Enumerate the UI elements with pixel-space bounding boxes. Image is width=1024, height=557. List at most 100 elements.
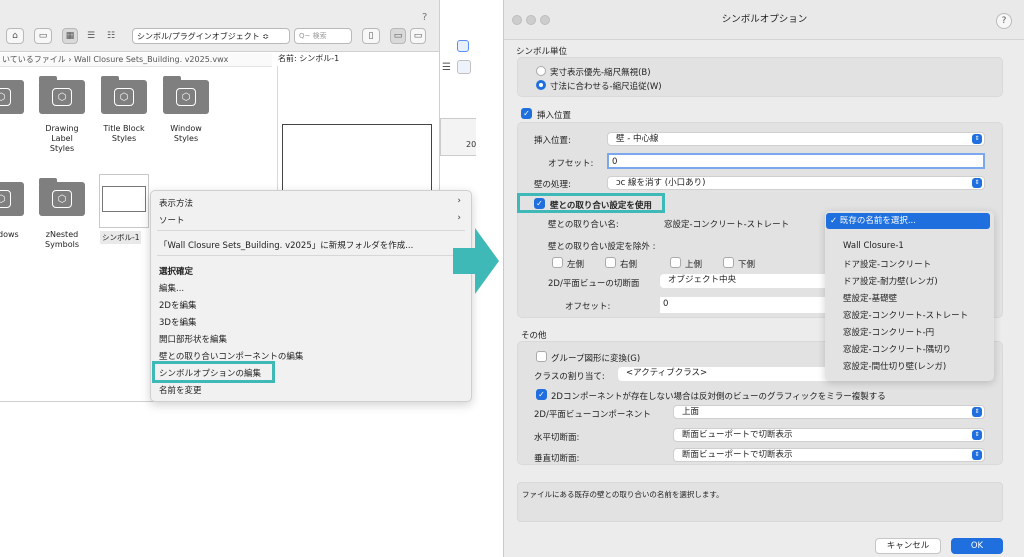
resource-toolbar: ⌂ ▭ ▦ ☰ ☷ シンボル/プラグインオブジェクト ≎ Q~ 検索 ▯ ▭ ▭… <box>0 0 439 52</box>
view-component-select[interactable]: 上面 ⇕ <box>673 405 985 419</box>
horizontal-cut-select[interactable]: 断面ビューポートで切断表示 ⇕ <box>673 428 985 442</box>
insert-position-select[interactable]: 壁 - 中心線 ⇕ <box>607 132 985 146</box>
dropdown-option[interactable]: 窓設定-コンクリート-ストレート <box>843 309 968 321</box>
menu-item-edit-opening[interactable]: 開口部形状を編集 <box>159 333 227 345</box>
mirror-label: 2Dコンポーネントが存在しない場合は反対側のビューのグラフィックをミラー複製する <box>551 392 886 402</box>
mirror-checkbox[interactable]: ✓ <box>536 389 547 400</box>
insert-position-checkbox[interactable]: ✓ <box>521 108 532 119</box>
chevron-updown-icon: ⇕ <box>972 407 982 417</box>
group-convert-checkbox[interactable] <box>536 351 547 362</box>
home-icon[interactable]: ⌂ <box>6 28 24 44</box>
dropdown-option[interactable]: 窓設定-間仕切り壁(レンガ) <box>843 360 946 372</box>
class-select[interactable]: <アクティブクラス> <box>618 367 840 381</box>
exclude-bottom-checkbox[interactable] <box>723 257 734 268</box>
offset-value: 0 <box>612 157 618 167</box>
folder-icon[interactable]: ⬡ <box>0 80 24 114</box>
exclude-bottom-label: 下側 <box>738 260 756 270</box>
radio-fit-scale-label: 寸法に合わせる-縮尺追従(W) <box>550 82 662 92</box>
menu-item-label: 名前を変更 <box>159 386 202 396</box>
exclude-right-checkbox[interactable] <box>605 257 616 268</box>
cut-plane-label: 2D/平面ビューの切断面 <box>548 279 640 289</box>
folder-label: Drawing Label Styles <box>45 124 79 153</box>
wall-treatment-select[interactable]: ɔc 線を消す (小口あり) ⇕ <box>607 176 985 190</box>
menu-item-rename[interactable]: 名前を変更 <box>159 384 202 396</box>
offset-input[interactable]: 0 <box>607 153 985 169</box>
ruler <box>440 118 476 156</box>
menu-item-edit-3d[interactable]: 3Dを編集 <box>159 316 196 328</box>
chevron-updown-icon: ⇕ <box>972 178 982 188</box>
split-view-right-icon[interactable]: ▭ <box>410 28 426 44</box>
menu-separator <box>157 255 465 256</box>
library-type-select[interactable]: シンボル/プラグインオブジェクト ≎ <box>132 28 290 44</box>
menu-item-label: 編集... <box>159 284 185 294</box>
breadcrumb[interactable]: いているファイル › Wall Closure Sets_Building. v… <box>0 53 272 67</box>
menu-item-edit[interactable]: 編集... <box>159 282 184 294</box>
menu-item-label: 開口部形状を編集 <box>159 335 228 345</box>
folder-up-icon[interactable]: ▭ <box>34 28 52 44</box>
dropdown-option[interactable]: ドア設定-コンクリート <box>843 258 931 270</box>
folder-icon[interactable]: ⬡ <box>0 182 24 216</box>
chevron-updown-icon: ⇕ <box>972 134 982 144</box>
menu-icon[interactable]: ☰ <box>442 62 451 73</box>
ok-button[interactable]: OK <box>951 538 1003 554</box>
radio-actual-size-label: 実寸表示優先-縮尺無視(B) <box>550 68 651 78</box>
palette-toggle-icon[interactable] <box>457 40 469 52</box>
list-view-icon[interactable]: ☰ <box>83 28 99 44</box>
menu-item-select-confirm[interactable]: 選択確定 <box>159 265 193 277</box>
offset2-input[interactable]: 0 <box>660 297 840 313</box>
panel-icon[interactable]: ▯ <box>362 28 380 44</box>
menu-item-sort[interactable]: ソート <box>159 214 185 226</box>
help-icon[interactable]: ? <box>422 12 427 23</box>
folder-icon[interactable]: ⬡ <box>163 76 209 114</box>
folder-icon[interactable]: ⬡ <box>39 178 85 216</box>
radio-fit-scale[interactable] <box>536 80 546 90</box>
dropdown-option[interactable]: ドア設定-耐力壁(レンガ) <box>843 275 938 287</box>
wall-closure-name-value[interactable]: 窓設定-コンクリート-ストレート <box>664 218 789 230</box>
folder-icon[interactable]: ⬡ <box>101 76 147 114</box>
vertical-cut-select[interactable]: 断面ビューポートで切断表示 ⇕ <box>673 448 985 462</box>
cut-plane-value: オブジェクト中央 <box>668 275 737 285</box>
radio-actual-size[interactable] <box>536 66 546 76</box>
exclude-left-checkbox[interactable] <box>552 257 563 268</box>
folder-icon[interactable]: ⬡ <box>39 76 85 114</box>
dropdown-option[interactable]: 窓設定-コンクリート-隅切り <box>843 343 951 355</box>
search-input[interactable]: Q~ 検索 <box>294 28 352 44</box>
exclude-closure-label: 壁との取り合い設定を除外 : <box>548 242 656 252</box>
symbol-preview-shape <box>102 186 146 212</box>
dropdown-option[interactable]: 窓設定-コンクリート-円 <box>843 326 934 338</box>
zoom-window-icon[interactable] <box>540 15 550 25</box>
class-label: クラスの割り当て: <box>534 372 605 382</box>
close-window-icon[interactable] <box>512 15 522 25</box>
section-title-other: その他 <box>521 331 547 341</box>
cancel-button[interactable]: キャンセル <box>875 538 941 554</box>
wall-treatment-value: ɔc 線を消す (小口あり) <box>616 178 706 188</box>
insert-position-value: 壁 - 中心線 <box>616 134 659 144</box>
insert-position-checkbox-label: 挿入位置 <box>537 111 572 121</box>
dropdown-option[interactable]: Wall Closure-1 <box>843 241 904 251</box>
help-text-box <box>517 482 1003 522</box>
symbol-label: シンボル-1 <box>100 231 142 244</box>
help-icon[interactable]: ? <box>996 13 1012 29</box>
menu-item-display-method[interactable]: 表示方法 <box>159 197 193 209</box>
menu-item-edit-2d[interactable]: 2Dを編集 <box>159 299 196 311</box>
menu-item-label: 「Wall Closure Sets_Building. v2025」に新規フォ… <box>159 241 414 251</box>
horizontal-cut-label: 水平切断面: <box>534 433 580 443</box>
dropdown-option-selected[interactable]: ✓ 既存の名前を選択... <box>826 213 990 229</box>
split-view-left-icon[interactable]: ▭ <box>390 28 406 44</box>
exclude-top-checkbox[interactable] <box>670 257 681 268</box>
group-convert-label: グループ図形に変換(G) <box>551 354 641 364</box>
menu-separator <box>157 230 465 231</box>
offset2-label: オフセット: <box>565 302 611 312</box>
view-component-label: 2D/平面ビューコンポーネント <box>534 410 651 420</box>
grid-view-icon[interactable]: ▦ <box>62 28 78 44</box>
minimize-window-icon[interactable] <box>526 15 536 25</box>
palette-option-icon[interactable] <box>457 60 471 74</box>
folder-label: Title Block Styles <box>103 124 145 143</box>
class-value: <アクティブクラス> <box>626 368 708 378</box>
menu-item-new-folder[interactable]: 「Wall Closure Sets_Building. v2025」に新規フォ… <box>159 239 413 251</box>
column-view-icon[interactable]: ☷ <box>103 28 119 44</box>
dropdown-option[interactable]: 壁設定-基礎壁 <box>843 292 897 304</box>
cut-plane-select[interactable]: オブジェクト中央 <box>660 274 840 288</box>
exclude-right-label: 右側 <box>620 260 638 270</box>
highlight-box <box>152 361 275 383</box>
